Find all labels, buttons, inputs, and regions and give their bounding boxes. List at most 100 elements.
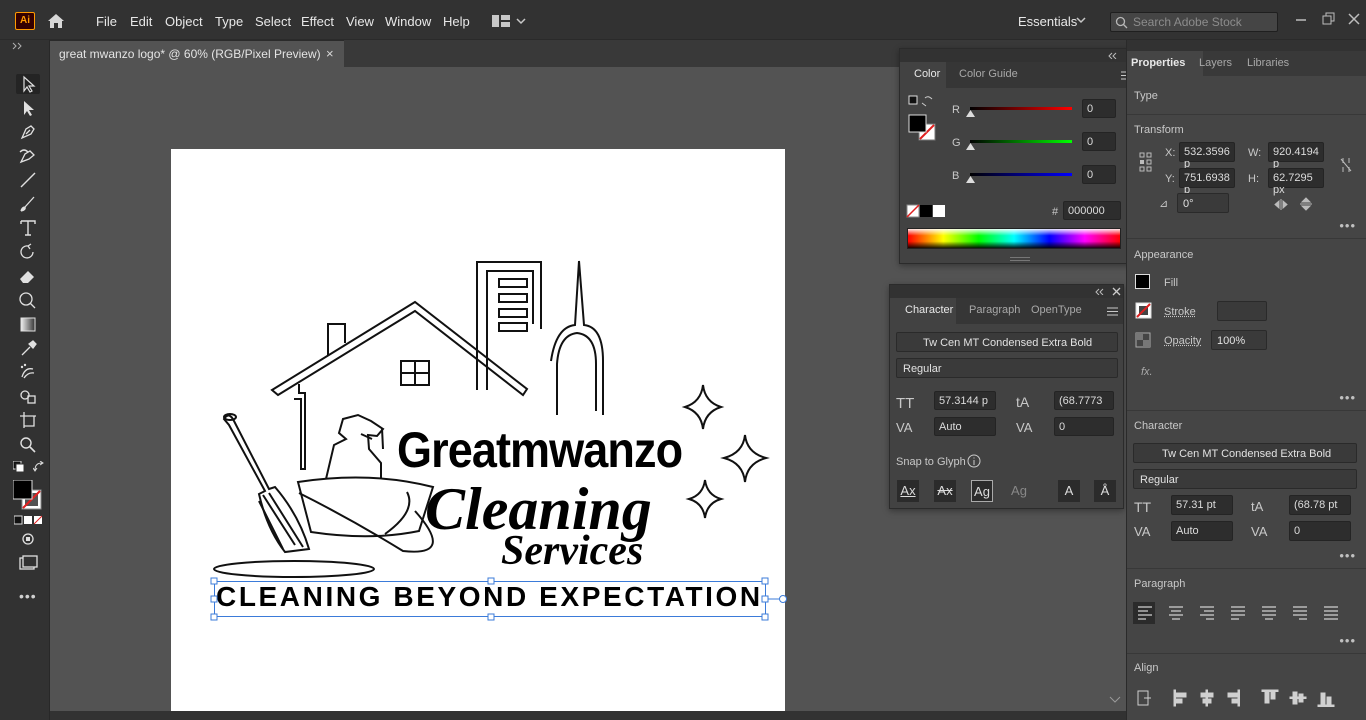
fx-icon[interactable]: fx. [1141, 366, 1153, 378]
menu-effect[interactable]: Effect [301, 14, 334, 29]
b-value-field[interactable]: 0 [1082, 165, 1116, 184]
x-field[interactable]: 532.3596 p [1179, 142, 1235, 170]
flip-vertical-icon[interactable] [1299, 197, 1313, 212]
stock-search[interactable] [1110, 12, 1278, 32]
line-tool-icon[interactable] [16, 170, 40, 192]
transform-more-options[interactable]: ••• [1339, 218, 1356, 233]
paintbrush-tool-icon[interactable] [16, 194, 40, 216]
paragraph-align-buttons[interactable] [1137, 606, 1357, 620]
screen-mode-icon[interactable] [16, 553, 40, 575]
character-more-options[interactable]: ••• [1339, 548, 1356, 563]
eraser-tool-icon[interactable] [16, 266, 40, 288]
flip-horizontal-icon[interactable] [1274, 198, 1290, 211]
stock-search-input[interactable] [1133, 14, 1273, 30]
color-spectrum[interactable] [907, 228, 1121, 249]
reference-point-icon[interactable] [1139, 152, 1153, 172]
g-slider[interactable] [970, 140, 1072, 143]
selection-tool-icon[interactable] [16, 74, 40, 96]
color-none-gradient-icon[interactable] [14, 515, 42, 525]
g-slider-thumb[interactable] [966, 143, 975, 151]
appearance-more-options[interactable]: ••• [1339, 390, 1356, 405]
tab-color[interactable]: Color [914, 68, 940, 80]
props-font-size-field[interactable]: 57.31 pt [1171, 495, 1233, 515]
artboard-tool-icon[interactable] [16, 410, 40, 432]
g-value-field[interactable]: 0 [1082, 132, 1116, 151]
kerning-field[interactable]: Auto [934, 417, 996, 436]
menu-window[interactable]: Window [385, 14, 431, 29]
tracking-field[interactable]: 0 [1054, 417, 1114, 436]
r-value-field[interactable]: 0 [1082, 99, 1116, 118]
fill-stroke-swatch[interactable] [13, 480, 43, 510]
menu-view[interactable]: View [346, 14, 374, 29]
default-colors-icon[interactable] [13, 461, 25, 473]
swap-colors-icon[interactable] [33, 461, 45, 473]
blend-tool-icon[interactable] [16, 386, 40, 408]
gradient-tool-icon[interactable] [16, 314, 40, 336]
eyedropper-tool-icon[interactable] [16, 338, 40, 360]
width-field[interactable]: 920.4194 p [1268, 142, 1324, 170]
y-field[interactable]: 751.6938 p [1179, 168, 1235, 196]
menu-edit[interactable]: Edit [130, 14, 152, 29]
close-document-icon[interactable]: × [326, 46, 334, 61]
tab-properties[interactable]: Properties [1131, 57, 1185, 69]
props-font-style-dropdown[interactable]: Regular [1133, 469, 1357, 489]
artboard[interactable]: Greatmwanzo Cleaning Services CLEANING B… [171, 149, 787, 720]
font-family-dropdown[interactable]: Tw Cen MT Condensed Extra Bold [896, 332, 1118, 352]
selection-handles[interactable] [209, 576, 791, 622]
type-tool-icon[interactable] [16, 218, 40, 240]
align-objects-buttons[interactable] [1137, 689, 1347, 707]
close-window-icon[interactable] [1348, 12, 1360, 26]
r-slider[interactable] [970, 107, 1072, 110]
restore-icon[interactable] [1322, 12, 1335, 26]
curvature-tool-icon[interactable] [16, 146, 40, 168]
b-slider[interactable] [970, 173, 1072, 176]
color-panel-header[interactable] [900, 49, 1136, 62]
quick-swatches[interactable] [906, 204, 946, 218]
props-font-family-dropdown[interactable]: Tw Cen MT Condensed Extra Bold [1133, 443, 1357, 463]
panel-menu-icon[interactable] [1107, 307, 1118, 316]
rotate-angle-dropdown[interactable]: 0° [1177, 193, 1229, 213]
r-slider-thumb[interactable] [966, 110, 975, 118]
menu-object[interactable]: Object [165, 14, 203, 29]
leading-field[interactable]: (68.7773 [1054, 391, 1114, 410]
color-fill-stroke-swatch[interactable] [908, 95, 940, 145]
character-panel-header[interactable] [890, 285, 1123, 298]
draw-mode-icon[interactable] [16, 529, 40, 551]
tab-libraries[interactable]: Libraries [1247, 57, 1289, 69]
home-icon[interactable] [46, 12, 66, 30]
snap-glyph-bounds-button[interactable]: Ag [971, 480, 993, 502]
panel-resize-grip[interactable] [1010, 257, 1030, 261]
arrange-documents-icon[interactable] [492, 14, 526, 28]
height-field[interactable]: 62.7295 px [1268, 168, 1324, 196]
more-tools-icon[interactable]: ••• [19, 588, 37, 604]
opacity-label[interactable]: Opacity [1164, 335, 1201, 347]
stroke-weight-dropdown[interactable] [1217, 301, 1267, 321]
workspace-switcher[interactable]: Essentials [1018, 14, 1077, 29]
rotate-tool-icon[interactable] [16, 242, 40, 264]
b-slider-thumb[interactable] [966, 176, 975, 184]
snap-angular-button[interactable]: A [1058, 480, 1080, 502]
info-icon[interactable] [967, 454, 981, 468]
snap-x-height-button[interactable]: Ax [934, 480, 956, 502]
minimize-icon[interactable] [1295, 12, 1307, 26]
document-tab[interactable]: great mwanzo logo* @ 60% (RGB/Pixel Prev… [50, 40, 344, 67]
snap-proximity-button[interactable]: Ag [1008, 480, 1030, 502]
logo-services-text[interactable]: Services [501, 527, 643, 575]
fill-swatch[interactable] [1135, 274, 1150, 289]
menu-type[interactable]: Type [215, 14, 243, 29]
font-style-dropdown[interactable]: Regular [896, 358, 1118, 378]
snap-anchor-button[interactable]: Å [1094, 480, 1116, 502]
props-tracking-field[interactable]: 0 [1289, 521, 1351, 541]
snap-baseline-button[interactable]: Ax [897, 480, 919, 502]
logo-brand-text[interactable]: Greatmwanzo [397, 421, 685, 478]
stroke-swatch[interactable] [1135, 302, 1152, 319]
tab-color-guide[interactable]: Color Guide [959, 68, 1018, 80]
menu-help[interactable]: Help [443, 14, 470, 29]
props-kerning-field[interactable]: Auto [1171, 521, 1233, 541]
menu-file[interactable]: File [96, 14, 117, 29]
tab-opentype[interactable]: OpenType [1031, 304, 1082, 316]
font-size-field[interactable]: 57.3144 p [934, 391, 996, 410]
zoom-tool-icon[interactable] [16, 434, 40, 456]
hex-value-field[interactable]: 000000 [1063, 201, 1121, 220]
menu-select[interactable]: Select [255, 14, 291, 29]
